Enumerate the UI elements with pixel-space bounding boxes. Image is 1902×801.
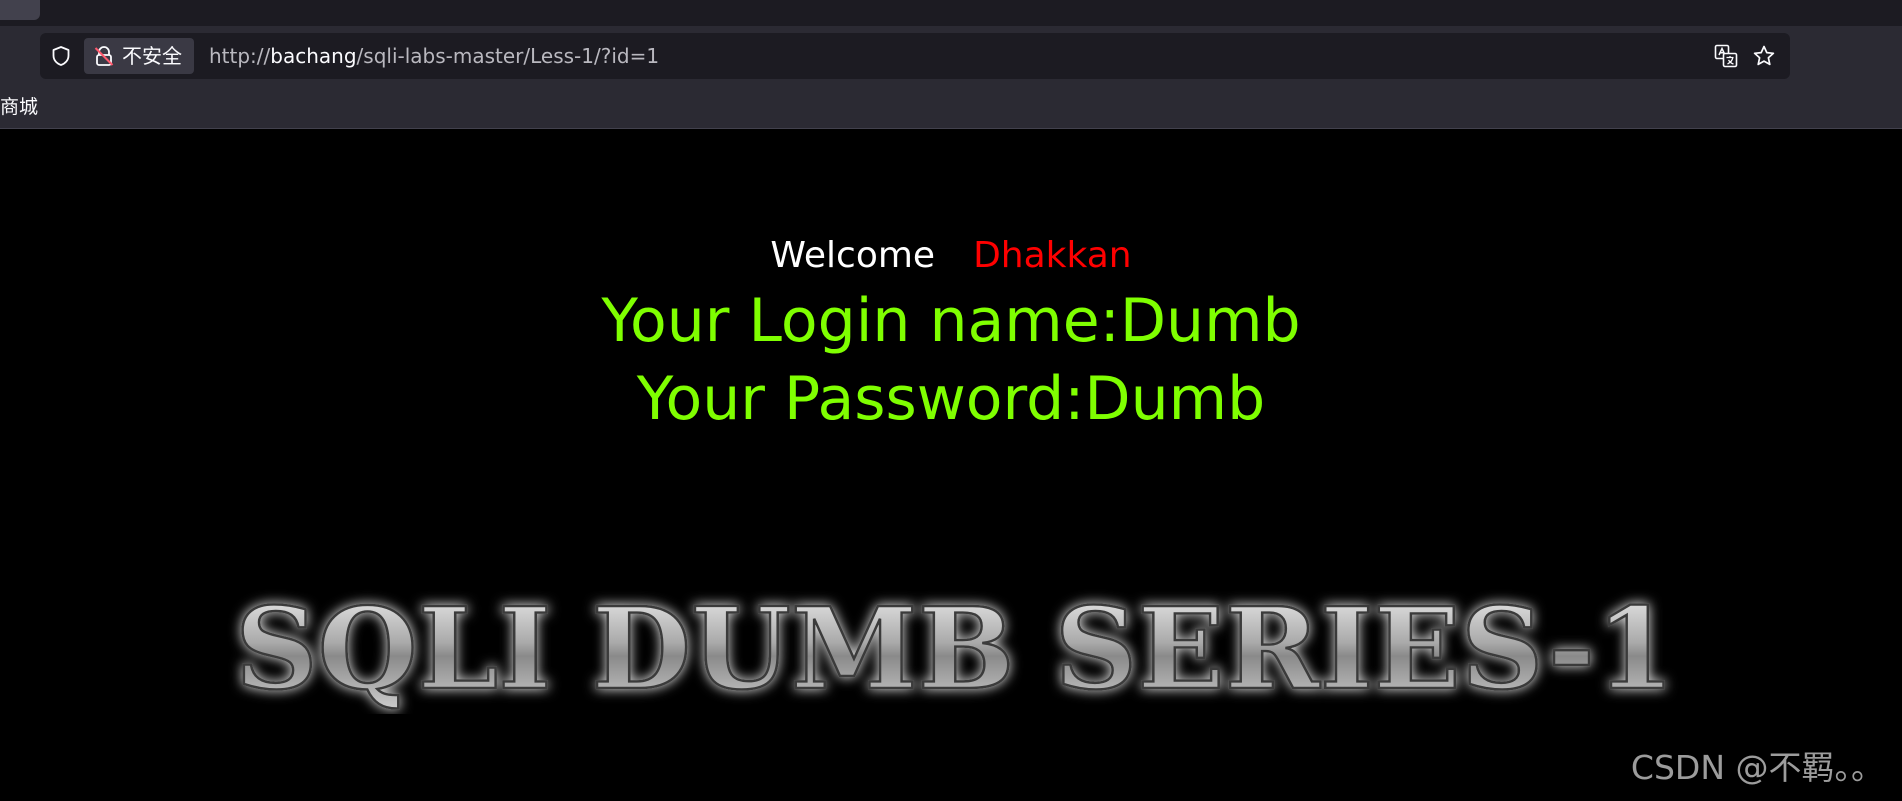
- translate-icon[interactable]: [1714, 44, 1738, 68]
- shield-icon[interactable]: [50, 45, 72, 67]
- browser-tab[interactable]: [0, 0, 40, 20]
- url-text[interactable]: http://bachang/sqli-labs-master/Less-1/?…: [209, 33, 659, 79]
- url-scheme: http://: [209, 44, 271, 68]
- site-security-indicator[interactable]: 不安全: [84, 38, 194, 74]
- lock-warning-icon: [94, 46, 114, 66]
- security-label: 不安全: [122, 44, 182, 68]
- bookmark-item[interactable]: 商城: [0, 86, 38, 128]
- password-line: Your Password:Dumb: [636, 364, 1266, 434]
- banner-text: SQLI DUMB SERIES-1: [235, 584, 1675, 714]
- welcome-name: Dhakkan: [973, 235, 1132, 276]
- watermark: CSDN @不羁。。: [1630, 748, 1884, 787]
- browser-chrome: 不安全 http://bachang/sqli-labs-master/Less…: [0, 0, 1902, 129]
- star-icon[interactable]: [1752, 44, 1776, 68]
- url-path: /sqli-labs-master/Less-1/?id=1: [356, 44, 660, 68]
- address-bar[interactable]: 不安全 http://bachang/sqli-labs-master/Less…: [40, 33, 1790, 79]
- login-name-line: Your Login name:Dumb: [601, 286, 1301, 356]
- welcome-line: Welcome Dhakkan: [0, 231, 1902, 281]
- bookmarks-bar: 商城: [0, 86, 1902, 129]
- navigation-bar: 不安全 http://bachang/sqli-labs-master/Less…: [0, 26, 1902, 86]
- url-host: bachang: [270, 44, 357, 68]
- welcome-text: Welcome: [770, 235, 936, 276]
- series-banner: SQLI DUMB SERIES-1: [234, 584, 1677, 714]
- tab-strip: [0, 0, 1902, 26]
- page-content: Welcome Dhakkan Your Login name:Dumb Your…: [0, 129, 1902, 801]
